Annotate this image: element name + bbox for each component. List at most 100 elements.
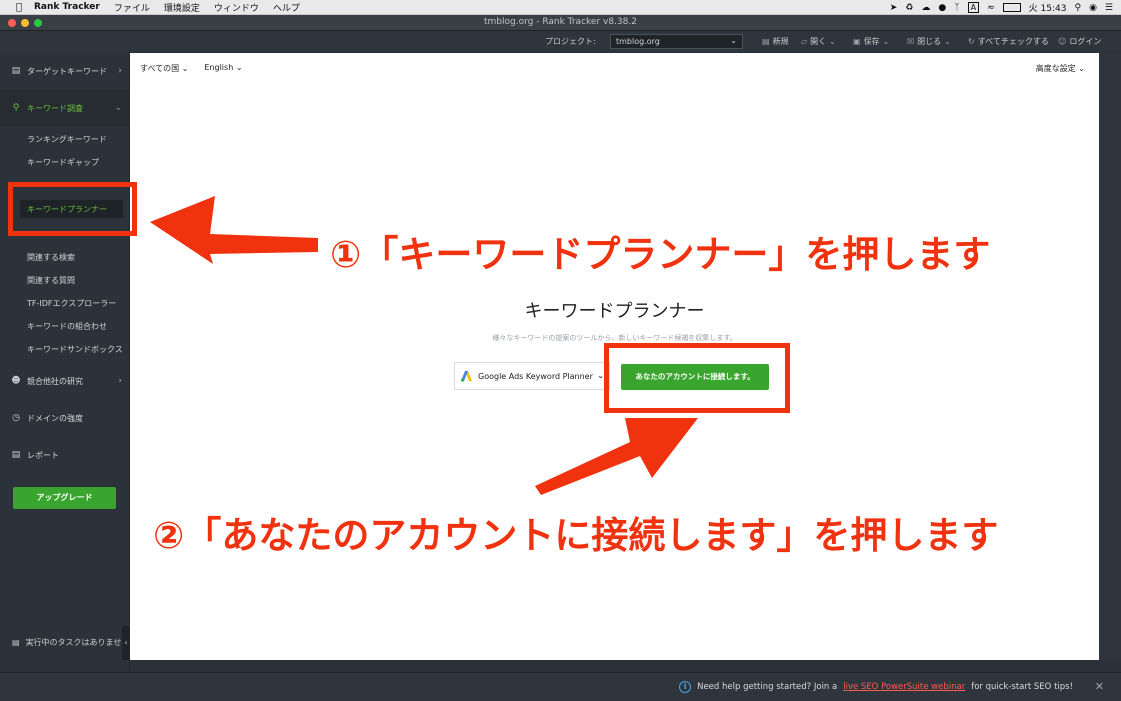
user-icon: ☺ — [1058, 37, 1067, 46]
menubar-status-area: ➤ ♻ ☁ ● ᛉ A ≈ 火 15:43 ⚲ ◉ ☰ — [890, 0, 1113, 15]
chevron-right-icon: › — [118, 376, 122, 386]
sidebar-sub-keyword-sandbox[interactable]: キーワードサンドボックス — [27, 344, 123, 355]
save-button[interactable]: ▣ 保存 ⌄ — [853, 36, 889, 47]
help-suffix-text: for quick-start SEO tips! — [971, 682, 1073, 692]
annotation-highlight-connect — [604, 343, 790, 413]
annotation-step2-text: ②「あなたのアカウントに接続します」を押します — [153, 514, 999, 557]
collapse-sidebar-handle[interactable]: ‹ — [122, 626, 130, 660]
wifi-icon[interactable]: ≈ — [987, 3, 995, 13]
chart-icon: ▤ — [11, 66, 21, 76]
check-all-button[interactable]: ↻ すべてチェックする — [968, 36, 1049, 47]
menu-help[interactable]: ヘルプ — [273, 1, 300, 14]
report-icon: ▤ — [11, 450, 21, 460]
window-title: tmblog.org - Rank Tracker v8.38.2 — [484, 17, 637, 27]
notification-center-icon[interactable]: ☰ — [1105, 3, 1113, 13]
running-tasks-label: 実行中のタスクはありません — [25, 638, 124, 647]
keyword-source-select[interactable]: Google Ads Keyword Planner ⌄ — [454, 362, 610, 390]
chevron-down-icon: ⌄ — [1078, 64, 1085, 73]
chevron-down-icon: ⌄ — [114, 103, 122, 113]
advanced-settings-label: 高度な設定 — [1035, 64, 1076, 73]
gauge-icon: ◷ — [12, 413, 20, 423]
sidebar-item-label: レポート — [27, 450, 59, 460]
webinar-link[interactable]: live SEO PowerSuite webinar — [843, 682, 965, 692]
dark-circle-icon[interactable]: ● — [938, 3, 946, 13]
close-icon[interactable]: ✕ — [1095, 680, 1104, 693]
bottom-help-bar: i Need help getting started? Join a live… — [0, 672, 1121, 701]
country-select-value: すべての国 — [140, 64, 180, 73]
save-button-label: 保存 — [863, 37, 880, 46]
sidebar-sub-keyword-combination[interactable]: キーワードの組合わせ — [27, 321, 107, 332]
sidebar-sub-tfidf-explorer[interactable]: TF-IDFエクスプローラー — [27, 298, 116, 309]
app-toolbar: プロジェクト: tmblog.org ⌄ ▤ 新規 ▱ 開く ⌄ ▣ 保存 ⌄ … — [0, 31, 1121, 52]
sidebar-item-label: ドメインの強度 — [27, 413, 83, 423]
menu-file[interactable]: ファイル — [114, 1, 150, 14]
language-select-value: English — [204, 63, 234, 72]
refresh-icon: ↻ — [968, 37, 975, 46]
sidebar-item-domain-strength[interactable]: ◷ ドメインの強度 — [0, 400, 130, 436]
info-icon: i — [679, 681, 692, 693]
user-avatar-icon[interactable]: ◉ — [1089, 3, 1097, 13]
rocket-icon[interactable]: ➤ — [890, 3, 898, 13]
check-all-label: すべてチェックする — [977, 37, 1049, 46]
tasks-icon: ▤ — [12, 638, 20, 647]
menu-window[interactable]: ウィンドウ — [214, 1, 259, 14]
cloud-icon[interactable]: ☁ — [921, 3, 930, 13]
login-label: ログイン — [1069, 37, 1102, 46]
open-button-label: 開く — [810, 37, 827, 46]
project-select-value: tmblog.org — [616, 37, 660, 46]
bluetooth-icon[interactable]: ᛉ — [954, 3, 959, 13]
sidebar-item-label: ターゲットキーワード — [27, 66, 107, 76]
chevron-down-icon: ⌄ — [730, 36, 737, 45]
chevron-down-icon: ⌄ — [181, 64, 189, 73]
menubar-clock[interactable]: 火 15:43 — [1029, 1, 1067, 14]
apple-icon[interactable]:  — [12, 2, 26, 13]
chevron-down-icon: ⌄ — [235, 63, 243, 72]
chevron-down-icon: ⌄ — [944, 37, 951, 46]
sidebar-item-report[interactable]: ▤ レポート — [0, 437, 130, 473]
menu-app-name[interactable]: Rank Tracker — [34, 2, 100, 12]
menu-preferences[interactable]: 環境設定 — [164, 1, 200, 14]
upgrade-button[interactable]: アップグレード — [13, 487, 116, 509]
sidebar-sub-related-search[interactable]: 関連する検索 — [27, 252, 75, 263]
search-icon: ⚲ — [12, 103, 20, 113]
window-titlebar: tmblog.org - Rank Tracker v8.38.2 — [0, 15, 1121, 31]
people-icon: ☻ — [11, 376, 21, 386]
sidebar-sub-ranking-keywords[interactable]: ランキングキーワード — [27, 134, 107, 145]
chevron-down-icon: ⌄ — [829, 37, 836, 46]
close-icon: ☒ — [907, 37, 915, 46]
sidebar: ▤ ターゲットキーワード › ⚲ キーワード調査 ⌄ ランキングキーワード キー… — [0, 52, 130, 672]
spotlight-icon[interactable]: ⚲ — [1074, 3, 1081, 13]
chevron-down-icon: ⌄ — [597, 371, 604, 380]
keyword-source-value: Google Ads Keyword Planner — [478, 371, 593, 381]
sidebar-sub-related-questions[interactable]: 関連する質問 — [27, 275, 75, 286]
sidebar-sub-keyword-gap[interactable]: キーワードギャップ — [27, 157, 99, 168]
annotation-step1-text: ①「キーワードプランナー」を押します — [330, 233, 991, 276]
country-select[interactable]: すべての国 ⌄ — [140, 63, 188, 74]
chevron-right-icon: › — [118, 66, 122, 76]
open-button[interactable]: ▱ 開く ⌄ — [801, 36, 836, 47]
advanced-settings-button[interactable]: 高度な設定 ⌄ — [1036, 63, 1085, 74]
sidebar-item-competitor-research[interactable]: ☻ 競合他社の研究 › — [0, 363, 130, 399]
language-select[interactable]: English ⌄ — [204, 63, 242, 74]
running-tasks-status[interactable]: ▤ 実行中のタスクはありません — [12, 637, 124, 648]
login-button[interactable]: ☺ ログイン — [1058, 36, 1101, 47]
save-icon: ▣ — [853, 37, 861, 46]
sync-icon[interactable]: ♻ — [905, 3, 913, 13]
input-method-icon[interactable]: A — [967, 2, 980, 13]
folder-icon: ▱ — [801, 37, 808, 46]
close-project-label: 閉じる — [917, 37, 942, 46]
document-icon: ▤ — [762, 37, 770, 46]
sidebar-item-keyword-research[interactable]: ⚲ キーワード調査 ⌄ — [0, 90, 130, 126]
project-select[interactable]: tmblog.org ⌄ — [610, 34, 743, 49]
sidebar-item-target-keywords[interactable]: ▤ ターゲットキーワード › — [0, 53, 130, 89]
chevron-down-icon: ⌄ — [882, 37, 890, 46]
new-button[interactable]: ▤ 新規 — [762, 36, 789, 47]
mac-menubar:  Rank Tracker ファイル 環境設定 ウィンドウ ヘルプ ➤ ♻ ☁… — [0, 0, 1121, 15]
page-subtitle: 様々なキーワードの提案のツールから、新しいキーワード候補を収集します。 — [492, 334, 737, 342]
battery-icon[interactable] — [1002, 3, 1021, 12]
new-button-label: 新規 — [772, 37, 789, 46]
page-title: キーワードプランナー — [524, 301, 705, 322]
project-label: プロジェクト: — [545, 37, 596, 46]
google-ads-icon — [461, 371, 472, 382]
close-project-button[interactable]: ☒ 閉じる ⌄ — [907, 36, 951, 47]
